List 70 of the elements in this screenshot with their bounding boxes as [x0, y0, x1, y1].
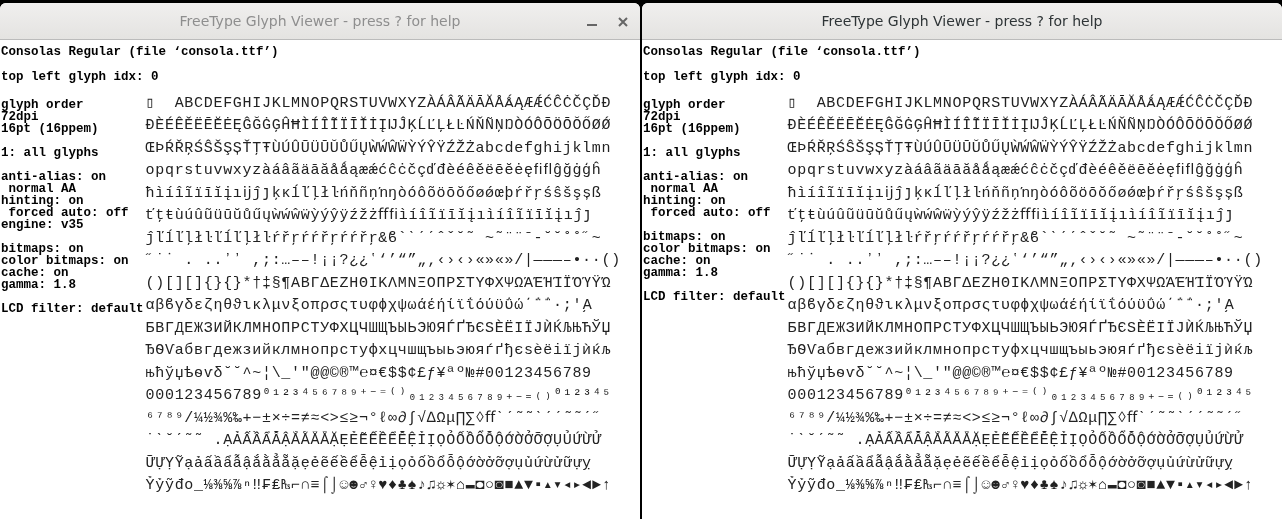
setting-text: 16pt (16ppem)	[643, 123, 741, 135]
glyph-row-text: ЂѲѴабвгдежзийклмнопрстуфхцчшщъыьэюяѓґђєѕѐёіїјѝќљ	[787, 341, 1254, 360]
setting-text: LCD filter: default	[1, 303, 144, 315]
window-title: FreeType Glyph Viewer - press ? for help	[821, 13, 1103, 29]
info-text: top left glyph idx: 0	[643, 70, 801, 86]
glyph-row-text: ˝˙˙ . ..ʼʼ ,;:…––!¡¡?¿¿ʽ‘’“”„‚‹›‹›«»«»/|———–•··()	[787, 251, 1263, 270]
setting-text: bitmaps: on	[643, 231, 726, 243]
glyph-row-text: ⁶⁷⁸⁹/¼½¾%‰+−±×÷=≠≈<>≤≥¬°ℓ∞∂∫√∆Ωμ∏∑◊ﬀˋˊ˜˜ˋˊˊ˜˜ˊ˝	[145, 408, 603, 428]
setting-text: gamma: 1.8	[1, 279, 76, 291]
glyph-row-text: њћўџѣѳѵδ˘˘^~¦\_'"@@©®™℮¤€$$¢£ƒ¥ªº№#00123456789	[787, 363, 1234, 383]
setting-text: 72dpi	[1, 111, 39, 123]
setting-text: 72dpi	[643, 111, 681, 123]
glyph-row-text: ŒÞŔŘŖŚŜŠŞȘŤŢŦÙÚÛŨÜŪŬŮŰŲẀẂŴẄỲÝŶŸŹŽŻabcdefghijklmn	[145, 138, 612, 158]
glyph-row-text: ỮỰỴỸạảấầẩẫậắằẳẵặẹẻẽếềểễệỉịọỏốồổỗộớờởỡợụủứừửữựỵ	[787, 452, 1234, 473]
glyph-row-text: opqrstuvwxyzàáâãäāăåǻąæǽćĉċčçďđèéêěëēĕėęﬁﬂĝğġģĥ	[787, 160, 1244, 180]
setting-text: hinting: on	[1, 195, 84, 207]
setting-text: 16pt (16ppem)	[1, 123, 99, 135]
setting-text: anti-alias: on	[1, 171, 107, 183]
glyph-row-text: ()[][]{}{}*†‡§¶ΑΒΓΔΕΖΗΘΙΚΛΜΝΞΟΠΡΣΤΥΦΧΨΩΆΈΉΊΪΌΎΫΏ	[145, 273, 612, 293]
glyph-row-text: ⁶⁷⁸⁹/¼½¾%‰+−±×÷=≠≈<>≤≥¬°ℓ∞∂∫√∆Ωμ∏∑◊ﬀˋˊ˜˜ˋˊˊ˜˜ˊ˝	[787, 408, 1245, 428]
glyph-row-text: Ỷỷỹđo_⅛⅜⅝⅞ⁿ‼₣₤₧⌐∩≡⌠⌡☺☻♂♀♥♦♣♠♪♫☼✶⌂▬◘○◙■▲▼▪▴▾◂▸◄►↑	[787, 475, 1254, 495]
glyph-row-text: ŒÞŔŘŖŚŜŠŞȘŤŢŦÙÚÛŨÜŪŬŮŰŲẀẂŴẄỲÝŶŸŹŽŻabcdefghijklmn	[787, 138, 1254, 158]
glyph-row-text: ĐÈÉÊĚËĒĔĖĘĜĞĠĢĤĦÌÍÎĨÏĪĬİĮĲĴĶĹĽĻŁĿŃŇÑŅŊÒÓÔÕÖŌŎŐØǾ	[787, 115, 1254, 135]
glyph-row-text: ħìíîĩïīĭįıĳĵȷķĸĺľļłŀńňñņŉŋòóôõöōŏőøǿœþŕřŗśŝšşșß	[145, 183, 602, 203]
info-text: Consolas Regular (file ‘consola.ttf’)	[1, 45, 279, 61]
glyph-row-text: ťţŧùúûũüūŭůűųẁẃŵẅỳýŷÿźžżﬀﬁìíîĩïīĭįıìíîĩïīĭįıĵȷ	[787, 206, 1235, 225]
setting-text: gamma: 1.8	[643, 267, 718, 279]
close-icon[interactable]	[618, 17, 628, 27]
glyph-row-text: ˝˙˙ . ..ʼʼ ,;:…––!¡¡?¿¿ʽ‘’“”„‚‹›‹›«»«»/|———–•··()	[145, 251, 621, 270]
glyph-row-text: ЂѲѴабвгдежзийклмнопрстуфхцчшщъыьэюяѓґђєѕѐёіїјѝќљ	[145, 341, 612, 360]
glyph-row-text: ()[][]{}{}*†‡§¶ΑΒΓΔΕΖΗΘΙΚΛΜΝΞΟΠΡΣΤΥΦΧΨΩΆΈΉΊΪΌΎΫΏ	[787, 273, 1254, 293]
setting-text: color bitmaps: on	[643, 243, 771, 255]
glyph-row-text: БВГДЕЖЗИЙКЛМНОПРСТУФХЦЧШЩЪЫЬЭЮЯЃҐЂЄЅЀЁІЇЈЍЌЉЊЋЎЏ	[145, 318, 612, 338]
setting-text: glyph order	[643, 99, 726, 111]
glyph-row-text: 000123456789⁰¹²³⁴⁵⁶⁷⁸⁹⁺⁻⁼⁽⁾₀₁₂₃₄₅₆₇₈₉₊₋₌₍₎⁰¹²³⁴⁵	[787, 386, 1254, 405]
glyph-row-text: ĵľĺľļłŀľĺľļłŀŕřŗŕŕřŗŕŕřŗ&ϐ`ˋˊˊˆˇ˘˜ ~˜¨¨ˉ-˘˘˚˚˝~	[145, 228, 602, 248]
glyph-row-text: ˙ˋ˘ˊ˜˜ .ẠẢẤẦẨẪẬẮẰẲẴẶẸẺẼẾỀỂỄỆỈỊỌỎỐỒỔỖỘỚỜỞỠỢỤỦỨỪỬ	[787, 429, 1244, 450]
setting-text: 1: all glyphs	[1, 147, 99, 159]
setting-text: 1: all glyphs	[643, 147, 741, 159]
setting-text: cache: on	[1, 267, 69, 279]
glyph-row-text: БВГДЕЖЗИЙКЛМНОПРСТУФХЦЧШЩЪЫЬЭЮЯЃҐЂЄЅЀЁІЇЈЍЌЉЊЋЎЏ	[787, 318, 1254, 338]
glyph-row-text: αβϐγδεζηθϑικλμνξοπρσςτυφϕχψωάέήίϊΐόύϋΰώ΄΅΅·;ʹ͵Α	[145, 296, 593, 315]
glyph-row-text: 000123456789⁰¹²³⁴⁵⁶⁷⁸⁹⁺⁻⁼⁽⁾₀₁₂₃₄₅₆₇₈₉₊₋₌₍₎⁰¹²³⁴⁵	[145, 386, 612, 405]
glyph-row-text: ĵľĺľļłŀľĺľļłŀŕřŗŕŕřŗŕŕřŗ&ϐ`ˋˊˊˆˇ˘˜ ~˜¨¨ˉ-˘˘˚˚˝~	[787, 228, 1244, 248]
setting-text: glyph order	[1, 99, 84, 111]
setting-text: engine: v35	[1, 219, 84, 231]
glyph-row-text: ĐÈÉÊĚËĒĔĖĘĜĞĠĢĤĦÌÍÎĨÏĪĬİĮĲĴĶĹĽĻŁĿŃŇÑŅŊÒÓÔÕÖŌŎŐØǾ	[145, 115, 612, 135]
glyph-row-text: ▯ ABCDEFGHIJKLMNOPQRSTUVWXYZÀÁÂÃÄĀĂÅǺĄÆǼĆĈĊČÇĎĐ	[787, 93, 1254, 113]
setting-text: normal AA	[8, 183, 76, 195]
setting-text: hinting: on	[643, 195, 726, 207]
window-title: FreeType Glyph Viewer - press ? for help	[179, 13, 461, 29]
setting-text: normal AA	[650, 183, 718, 195]
glyph-row-text: ỮỰỴỸạảấầẩẫậắằẳẵặẹẻẽếềểễệỉịọỏốồổỗộớờởỡợụủứừửữựỵ	[145, 452, 592, 473]
info-text: top left glyph idx: 0	[1, 70, 159, 86]
glyph-row-text: opqrstuvwxyzàáâãäāăåǻąæǽćĉċčçďđèéêěëēĕėęﬁﬂĝğġģĥ	[145, 160, 602, 180]
setting-text: forced auto: off	[650, 207, 771, 219]
glyph-row-text: Ỷỷỹđo_⅛⅜⅝⅞ⁿ‼₣₤₧⌐∩≡⌠⌡☺☻♂♀♥♦♣♠♪♫☼✶⌂▬◘○◙■▲▼▪▴▾◂▸◄►↑	[145, 475, 612, 495]
glyph-row-text: њћўџѣѳѵδ˘˘^~¦\_'"@@©®™℮¤€$$¢£ƒ¥ªº№#00123456789	[145, 363, 592, 383]
setting-text: cache: on	[643, 255, 711, 267]
glyph-row-text: ħìíîĩïīĭįıĳĵȷķĸĺľļłŀńňñņŉŋòóôõöōŏőøǿœþŕřŗśŝšşșß	[787, 183, 1244, 203]
setting-text: color bitmaps: on	[1, 255, 129, 267]
glyph-row-text: ťţŧùúûũüūŭůűųẁẃŵẅỳýŷÿźžżﬀﬁìíîĩïīĭįıìíîĩïīĭįıĵȷ	[145, 206, 593, 225]
glyph-row-text: αβϐγδεζηθϑικλμνξοπρσςτυφϕχψωάέήίϊΐόύϋΰώ΄΅΅·;ʹ͵Α	[787, 296, 1235, 315]
glyph-row-text: ˙ˋ˘ˊ˜˜ .ẠẢẤẦẨẪẬẮẰẲẴẶẸẺẼẾỀỂỄỆỈỊỌỎỐỒỔỖỘỚỜỞỠỢỤỦỨỪỬ	[145, 429, 602, 450]
setting-text: LCD filter: default	[643, 291, 786, 303]
setting-text: forced auto: off	[8, 207, 129, 219]
setting-text: bitmaps: on	[1, 243, 84, 255]
info-text: Consolas Regular (file ‘consola.ttf’)	[643, 45, 921, 61]
glyph-row-text: ▯ ABCDEFGHIJKLMNOPQRSTUVWXYZÀÁÂÃÄĀĂÅǺĄÆǼĆĈĊČÇĎĐ	[145, 93, 612, 113]
setting-text: anti-alias: on	[643, 171, 749, 183]
